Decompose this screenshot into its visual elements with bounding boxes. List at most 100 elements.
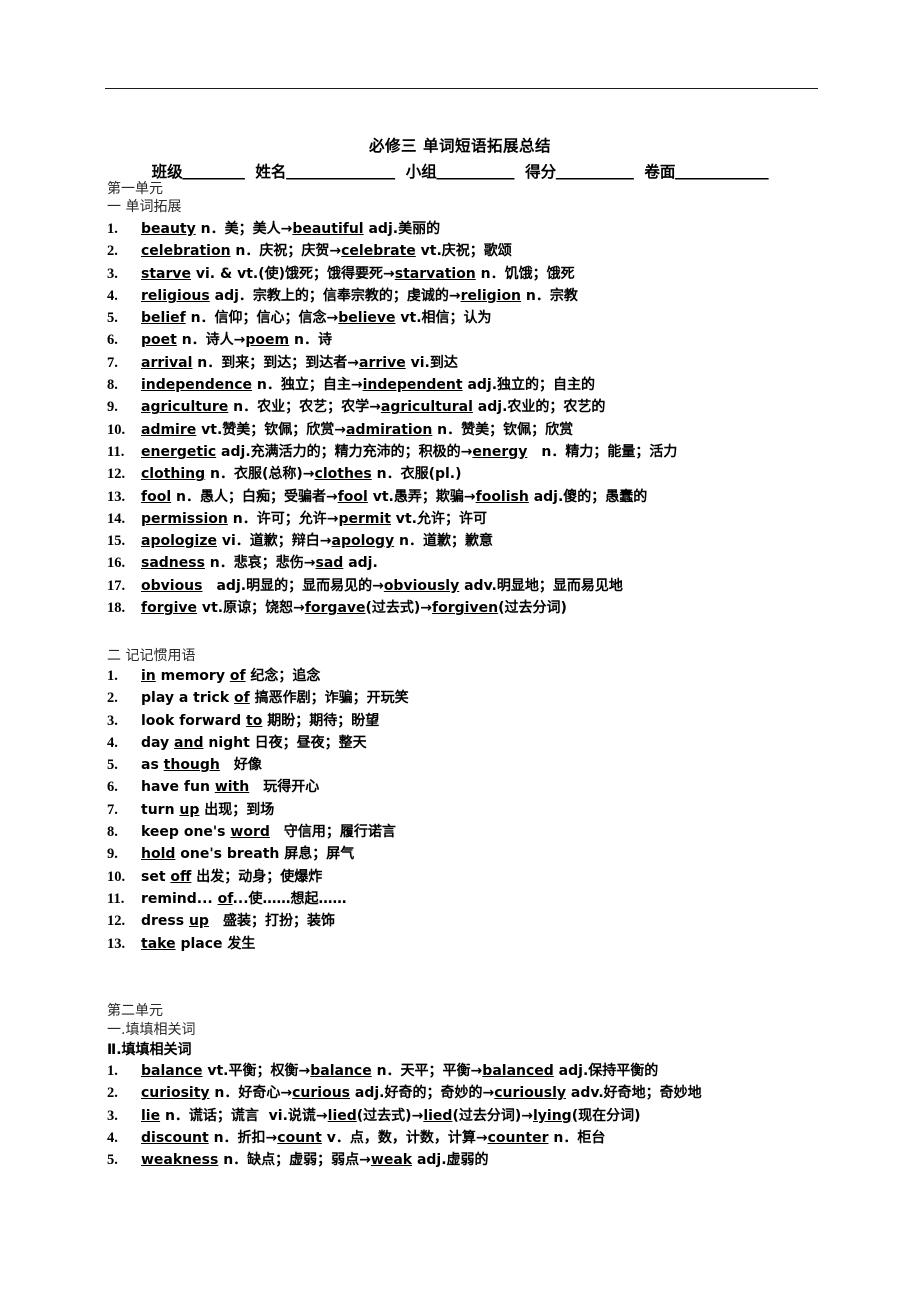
item-gloss: n．缺点；虚弱；弱点→ — [218, 1152, 371, 1169]
item-gloss: n．宗教 — [521, 287, 578, 304]
item-gloss: 期盼；期待；盼望 — [262, 712, 380, 729]
headword: of — [229, 668, 246, 684]
list-item: 4. discount n．折扣→count v．点，数，计数，计算→counte… — [107, 1127, 702, 1149]
headword: and — [174, 734, 204, 751]
headword: independence — [141, 377, 253, 394]
headword: curious — [292, 1085, 351, 1102]
item-gloss: 盛装；打扮；装饰 — [208, 913, 335, 930]
blank-field-1[interactable]: ＿＿＿＿＿＿＿ — [286, 163, 395, 181]
item-gloss: 搞恶作剧；诈骗；开玩笑 — [249, 690, 409, 707]
item-number: 8. — [107, 377, 118, 394]
item-gloss: (过去分词) — [498, 600, 567, 617]
item-gloss: n．美；美人→ — [195, 221, 293, 237]
list-item: 5. belief n．信仰；信心；信念→believe vt.相信；认为 — [107, 307, 677, 329]
item-gloss: n．到来；到达；到达者→ — [192, 354, 360, 371]
item-gloss: adj.好奇的；奇妙的→ — [350, 1085, 495, 1102]
item-number: 3. — [107, 265, 118, 282]
item-gloss: 好像 — [219, 757, 262, 774]
blank-field-2[interactable]: ＿＿＿＿＿ — [437, 163, 515, 181]
item-text: agriculture n．农业；农艺；农学→agricultural adj.… — [141, 399, 605, 415]
item-gloss: n．精力；能量；活力 — [527, 443, 678, 460]
item-gloss: adj.美丽的 — [363, 221, 441, 237]
item-gloss: place 发生 — [175, 935, 256, 952]
list-item: 13. fool n．愚人；白痴；受骗者→fool vt.愚弄；欺骗→foolis… — [107, 486, 677, 508]
headword: lying — [532, 1107, 572, 1124]
headword: beautiful — [292, 221, 364, 237]
item-number: 11. — [107, 890, 125, 907]
item-text: look forward to 期盼；期待；盼望 — [141, 713, 379, 729]
item-gloss: 出发；动身；使爆炸 — [191, 868, 323, 885]
headword: forgave — [304, 600, 366, 617]
item-text: remind... of...使……想起…… — [141, 891, 347, 907]
list-item: 13. take place 发生 — [107, 933, 409, 955]
item-number: 2. — [107, 690, 118, 707]
item-text: admire vt.赞美；钦佩；欣赏→admiration n．赞美；钦佩；欣赏 — [141, 422, 573, 438]
item-gloss: (过去分词)→ — [452, 1107, 533, 1124]
headword: fool — [141, 488, 172, 505]
headword: foolish — [475, 488, 529, 505]
item-gloss: n．悲哀；悲伤→ — [204, 555, 316, 572]
item-text: lie n．谎话；谎言 vi.说谎→lied(过去式)→lied(过去分词)→l… — [141, 1108, 640, 1124]
item-gloss: vt.愚弄；欺骗→ — [367, 488, 476, 505]
item-text: fool n．愚人；白痴；受骗者→fool vt.愚弄；欺骗→foolish a… — [141, 489, 647, 505]
list-item: 5. as though 好像 — [107, 754, 409, 776]
item-text: religious adj．宗教上的；信奉宗教的；虔诚的→religion n．… — [141, 288, 578, 304]
headword: though — [163, 757, 220, 774]
item-text: energetic adj.充满活力的；精力充沛的；积极的→energy n．精… — [141, 444, 677, 460]
item-gloss: adj.明显的；显而易见的→ — [202, 577, 384, 594]
item-text: apologize vi．道歉；辩白→apology n．道歉；歉意 — [141, 533, 493, 549]
item-gloss: n．饥饿；饿死 — [475, 265, 575, 282]
headword: energetic — [141, 443, 217, 460]
item-gloss: one's breath 屏息；屏气 — [175, 846, 355, 863]
item-gloss: vt.平衡；权衡→ — [202, 1063, 311, 1079]
item-number: 15. — [107, 533, 126, 550]
item-gloss: vt.相信；认为 — [395, 310, 492, 327]
item-gloss: (过去式)→ — [356, 1107, 424, 1124]
item-number: 5. — [107, 310, 118, 327]
headword: forgive — [141, 600, 198, 617]
item-gloss: (现在分词) — [571, 1107, 641, 1124]
item-gloss: n．诗 — [289, 332, 332, 349]
item-text: keep one's word 守信用；履行诺言 — [141, 824, 396, 840]
headword: of — [234, 690, 250, 707]
list-item: 15. apologize vi．道歉；辩白→apology n．道歉；歉意 — [107, 530, 677, 552]
list-item: 12. clothing n．衣服(总称)→clothes n．衣服(pl.) — [107, 463, 677, 485]
item-gloss: n．信仰；信心；信念→ — [185, 310, 339, 327]
item-text: hold one's breath 屏息；屏气 — [141, 846, 354, 862]
item-gloss: night 日夜；昼夜；整天 — [203, 734, 367, 751]
headword: counter — [487, 1129, 549, 1146]
list-item: 1. in memory of 纪念；追念 — [107, 665, 409, 687]
item-gloss: 纪念；追念 — [245, 668, 321, 684]
item-text: arrival n．到来；到达；到达者→arrive vi.到达 — [141, 355, 458, 371]
page-title: 必修三 单词短语拓展总结 — [369, 137, 551, 155]
item-gloss: n．柜台 — [548, 1129, 606, 1146]
headword: independent — [362, 377, 463, 394]
blank-field-3[interactable]: ＿＿＿＿＿ — [556, 163, 634, 181]
headword: of — [217, 890, 233, 907]
item-gloss: n．衣服(总称)→ — [205, 466, 315, 483]
headword: obvious — [141, 577, 203, 594]
headword: weak — [370, 1152, 413, 1169]
item-gloss: n．独立；自主→ — [252, 377, 363, 394]
headword: celebrate — [341, 243, 416, 260]
list-item: 7. arrival n．到来；到达；到达者→arrive vi.到达 — [107, 352, 677, 374]
blank-label-4: 卷面 — [644, 163, 676, 181]
headword: religion — [460, 287, 522, 304]
unit-one-section-one-heading: 一 单词拓展 — [107, 199, 182, 215]
blank-field-4[interactable]: ＿＿＿＿＿＿ — [675, 163, 768, 181]
item-number: 14. — [107, 510, 126, 527]
item-gloss: turn — [141, 801, 180, 818]
item-text: forgive vt.原谅；饶恕→forgave(过去式)→forgiven(过… — [141, 600, 567, 616]
item-gloss: as — [141, 757, 164, 774]
item-text: play a trick of 搞恶作剧；诈骗；开玩笑 — [141, 690, 409, 706]
unit-one-word-list: 1. beauty n．美；美人→beautiful adj.美丽的 2. celeb… — [107, 218, 677, 619]
item-gloss: adj.充满活力的；精力充沛的；积极的→ — [216, 443, 473, 460]
item-gloss: look forward — [141, 712, 247, 729]
item-gloss: vt.赞美；钦佩；欣赏→ — [196, 421, 347, 438]
headword: up — [188, 913, 209, 930]
headword: beauty — [141, 221, 196, 237]
item-gloss: 守信用；履行诺言 — [269, 824, 396, 841]
headword: take — [141, 935, 176, 952]
item-gloss: adj. — [343, 555, 378, 572]
blank-field-0[interactable]: ＿＿＿＿ — [183, 163, 245, 181]
